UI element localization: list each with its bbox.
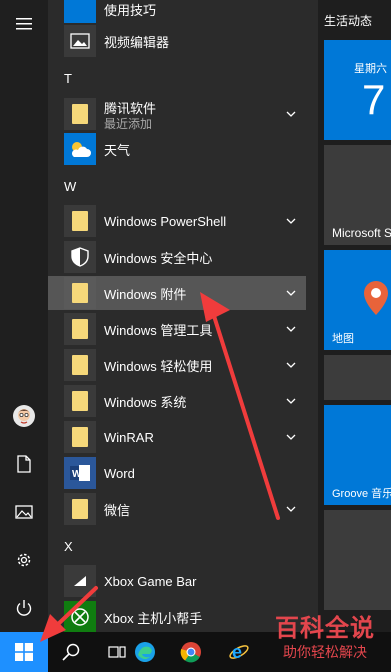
watermark: 百科全说 助你轻松解决 (262, 608, 388, 666)
list-item-windows-security[interactable]: Windows 安全中心 (48, 240, 306, 274)
power-icon (16, 600, 32, 616)
list-item-weather[interactable]: 天气 (48, 132, 306, 166)
recently-added-label: 最近添加 (104, 117, 153, 131)
xbox-game-bar-icon (64, 565, 96, 597)
weather-icon (64, 133, 96, 165)
list-item-windows-system[interactable]: Windows 系统 (48, 384, 306, 418)
section-header-x[interactable]: X (64, 539, 73, 554)
app-list: 使用技巧 视频编辑器 T 腾讯软件 最近添加 天气 W Windows Powe… (48, 0, 314, 632)
store-label: Microsoft S (332, 226, 391, 240)
maps-label: 地图 (332, 333, 354, 345)
calendar-tile[interactable]: 星期六 7 (324, 40, 391, 140)
watermark-sub: 助你轻松解决 (283, 644, 367, 660)
maps-tile[interactable]: 地图 (324, 250, 391, 350)
folder-icon (64, 313, 96, 345)
tile-placeholder[interactable] (324, 510, 391, 610)
pictures-button[interactable] (0, 488, 48, 536)
list-item-windows-accessories[interactable]: Windows 附件 (48, 276, 306, 310)
list-item-label: 视频编辑器 (104, 34, 170, 50)
list-item-label: 微信 (104, 502, 131, 518)
edge-icon (135, 642, 155, 662)
settings-button[interactable] (0, 536, 48, 584)
svg-text:W: W (72, 469, 82, 480)
user-account-button[interactable] (0, 392, 48, 440)
list-item-label: Windows 附件 (104, 286, 187, 302)
chrome-icon (180, 642, 201, 663)
chevron-down-icon (286, 111, 296, 117)
list-item-windows-ease-of-access[interactable]: Windows 轻松使用 (48, 348, 306, 382)
watermark-main: 百科全说 (275, 615, 375, 642)
video-editor-icon (64, 25, 96, 57)
list-item-label: 天气 (104, 142, 131, 158)
list-item-label: Xbox Game Bar (104, 573, 197, 589)
chevron-down-icon (286, 434, 296, 440)
tips-icon (64, 0, 96, 23)
groove-music-tile[interactable]: Groove 音乐 (324, 405, 391, 505)
word-icon: W (64, 457, 96, 489)
folder-icon (64, 277, 96, 309)
calendar-day: 星期六 (354, 63, 387, 75)
edge-taskbar-button[interactable] (124, 632, 166, 672)
folder-icon (64, 493, 96, 525)
list-item-windows-powershell[interactable]: Windows PowerShell (48, 204, 306, 238)
folder-icon (64, 385, 96, 417)
folder-icon (64, 205, 96, 237)
expand-menu-button[interactable] (0, 0, 48, 48)
list-item-label: Windows 系统 (104, 394, 187, 410)
xbox-icon (64, 601, 96, 632)
pictures-icon (15, 505, 33, 519)
list-item-wechat[interactable]: 微信 (48, 492, 306, 526)
groove-label: Groove 音乐 (332, 488, 391, 500)
power-button[interactable] (0, 584, 48, 632)
document-icon (17, 455, 31, 473)
internet-explorer-icon: e (229, 642, 249, 662)
list-item-label: Windows PowerShell (104, 213, 227, 229)
chevron-down-icon (286, 362, 296, 368)
section-header-w[interactable]: W (64, 179, 76, 194)
chevron-down-icon (286, 290, 296, 296)
list-item-label: Windows 安全中心 (104, 250, 213, 266)
list-item-label: WinRAR (104, 429, 154, 445)
folder-icon (64, 98, 96, 130)
section-header-t[interactable]: T (64, 71, 72, 86)
gear-icon (17, 553, 31, 567)
ie-taskbar-button[interactable]: e (218, 632, 260, 672)
list-item-winrar[interactable]: WinRAR (48, 420, 306, 454)
chevron-down-icon (286, 326, 296, 332)
list-item-windows-admin-tools[interactable]: Windows 管理工具 (48, 312, 306, 346)
list-item-xbox-game-bar[interactable]: Xbox Game Bar (48, 564, 306, 598)
list-item-label: 使用技巧 (104, 3, 157, 18)
start-button[interactable] (0, 632, 48, 672)
map-pin-icon (364, 281, 388, 315)
search-icon (62, 643, 80, 661)
list-item-label: Windows 轻松使用 (104, 358, 213, 374)
chevron-down-icon (286, 398, 296, 404)
windows-logo-icon (15, 643, 33, 661)
calendar-date: 7 (362, 76, 386, 123)
list-item-label: Xbox 主机小帮手 (104, 610, 203, 626)
live-tiles-panel: 生活动态 星期六 7 地图 Microsoft S Groove 音乐 (318, 0, 391, 632)
list-item-label: Windows 管理工具 (104, 322, 213, 338)
list-item-tencent-software[interactable]: 腾讯软件 最近添加 (48, 96, 306, 132)
search-button[interactable] (50, 632, 92, 672)
chrome-taskbar-button[interactable] (170, 632, 212, 672)
chevron-down-icon (286, 218, 296, 224)
avatar (13, 405, 35, 427)
list-item-video-editor[interactable]: 视频编辑器 (48, 24, 306, 58)
tile-placeholder[interactable] (324, 355, 391, 400)
hamburger-icon (16, 18, 32, 30)
chevron-down-icon (286, 506, 296, 512)
shield-icon (64, 241, 96, 273)
list-item-word[interactable]: W Word (48, 456, 306, 490)
start-left-rail (0, 0, 48, 632)
folder-icon (64, 349, 96, 381)
svg-text:e: e (232, 642, 242, 662)
list-item-label: Word (104, 465, 135, 481)
folder-icon (64, 421, 96, 453)
tile-group-title: 生活动态 (324, 14, 373, 28)
list-item-usage-tips[interactable]: 使用技巧 (48, 0, 306, 24)
documents-button[interactable] (0, 440, 48, 488)
